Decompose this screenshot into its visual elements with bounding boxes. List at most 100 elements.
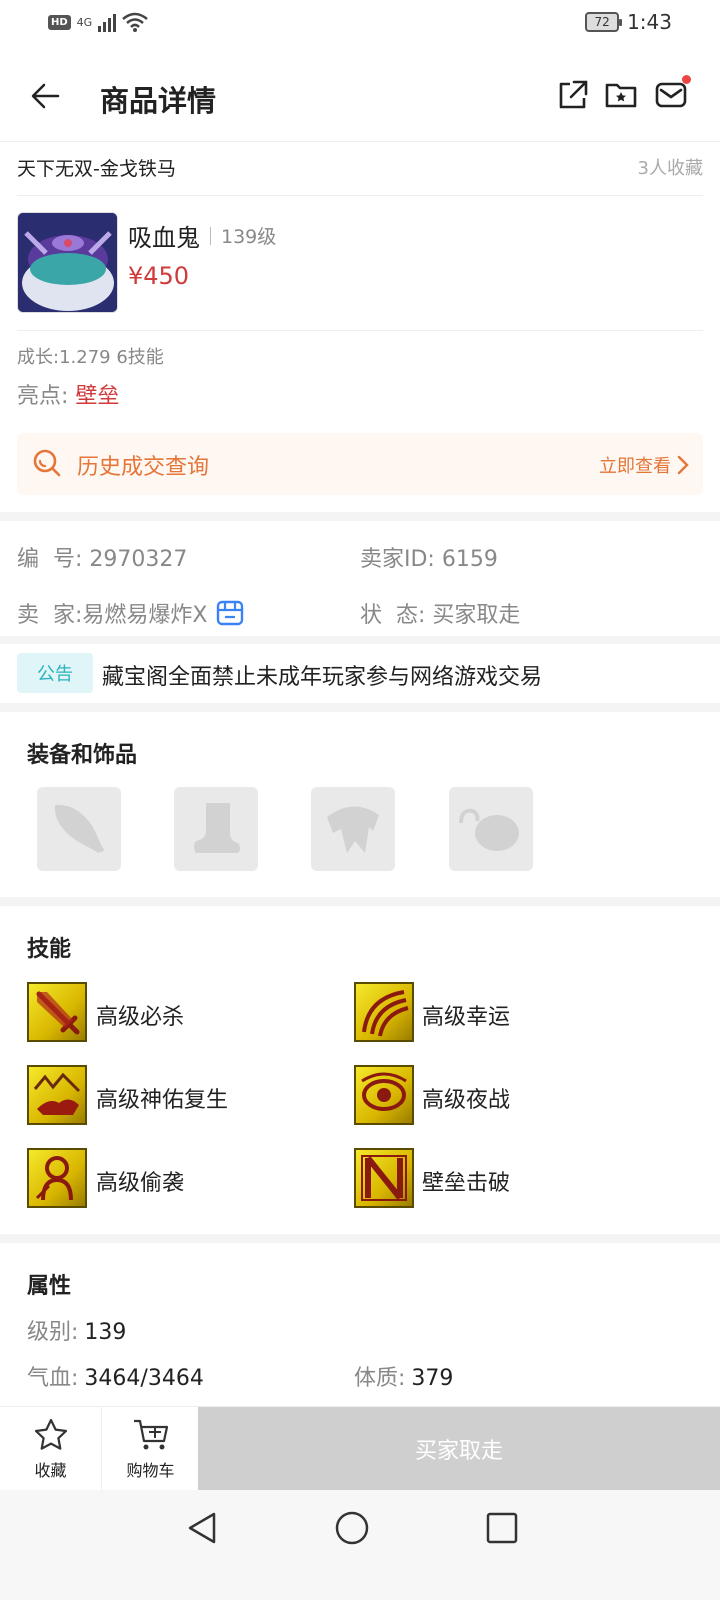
status-bar: HD 4G 72 1:43 <box>0 0 720 50</box>
notice-text[interactable]: 藏宝阁全面禁止未成年玩家参与网络游戏交易 <box>102 659 542 691</box>
sword-skill-icon[interactable] <box>27 982 87 1042</box>
view-now-link[interactable]: 立即查看 <box>599 452 689 478</box>
pet-avatar[interactable] <box>17 212 118 313</box>
attr-level: 级别: 139 <box>27 1314 126 1346</box>
bottom-action-bar: 收藏 购物车 买家取走 <box>0 1406 720 1491</box>
skills-title: 技能 <box>27 937 72 962</box>
folder-star-icon[interactable] <box>604 78 638 112</box>
armor-slot[interactable] <box>311 787 395 871</box>
screen: { "status_bar": { "hd": "HD", "network":… <box>0 0 720 1600</box>
highlight-label: 亮点: <box>17 384 69 409</box>
accessory-slot[interactable] <box>449 787 533 871</box>
highlight-value: 壁垒 <box>75 384 120 409</box>
app-header: 商品详情 <box>0 50 720 142</box>
attr-hp-value: 3464/3464 <box>84 1366 204 1391</box>
server-name: 天下无双-金戈铁马 <box>17 158 176 180</box>
status-right: 72 1:43 <box>585 10 672 34</box>
section-divider <box>0 703 720 712</box>
status-value: 买家取走 <box>432 603 521 628</box>
cart-label: 购物车 <box>126 1461 175 1480</box>
favorite-label: 收藏 <box>34 1461 67 1480</box>
attr-level-value: 139 <box>84 1320 127 1345</box>
growth-text: 成长:1.279 6技能 <box>17 347 164 368</box>
history-query-button[interactable]: 历史成交查询 立即查看 <box>17 433 703 495</box>
revive-skill-icon[interactable] <box>27 1065 87 1125</box>
pet-level: 139级 <box>221 226 277 248</box>
divider <box>17 330 703 331</box>
page-title: 商品详情 <box>100 84 217 118</box>
section-divider <box>0 897 720 906</box>
boot-slot-icon <box>194 803 240 853</box>
cart-button[interactable]: 购物车 <box>103 1407 198 1491</box>
seller-label: 卖 家: <box>17 603 83 628</box>
skill-label: 高级偷袭 <box>96 1171 185 1196</box>
nav-home-icon[interactable] <box>334 1510 370 1546</box>
attr-con-label: 体质: <box>354 1366 406 1391</box>
wifi-icon <box>122 12 149 32</box>
skill-label: 高级夜战 <box>422 1088 511 1113</box>
seller-name[interactable]: 易燃易爆炸X <box>82 597 207 629</box>
item-id-row: 编 号: 2970327 <box>17 541 187 573</box>
notification-dot <box>682 75 691 84</box>
favorite-count: 3人收藏 <box>637 158 703 179</box>
favorite-button[interactable]: 收藏 <box>0 1407 102 1491</box>
back-icon[interactable] <box>28 76 68 116</box>
battery-level: 72 <box>594 15 610 29</box>
star-icon <box>34 1418 67 1450</box>
section-divider <box>0 1234 720 1243</box>
product-title-row: 天下无双-金戈铁马 3人收藏 <box>17 148 703 196</box>
share-icon[interactable] <box>556 78 590 112</box>
attr-con-value: 379 <box>411 1366 454 1391</box>
seller-row: 卖 家: 易燃易爆炸X <box>17 597 245 629</box>
item-id-label: 编 号: <box>17 547 83 572</box>
view-now-label: 立即查看 <box>599 456 671 477</box>
skill-label: 高级幸运 <box>422 1005 511 1030</box>
signal-icon <box>98 12 117 32</box>
skill-label: 高级神佑复生 <box>96 1088 229 1113</box>
chevron-right-icon <box>677 455 689 475</box>
cart-icon <box>133 1419 168 1450</box>
boot-slot[interactable] <box>174 787 258 871</box>
section-divider <box>0 512 720 521</box>
skill-label: 壁垒击破 <box>422 1171 511 1196</box>
armor-slot-icon <box>327 806 379 853</box>
price: ¥450 <box>128 262 190 290</box>
luck-skill-icon[interactable] <box>354 982 414 1042</box>
status-label: 状 态: <box>360 603 426 628</box>
history-query-label: 历史成交查询 <box>77 455 210 480</box>
accessory-slot-icon <box>459 808 519 851</box>
seller-id-row: 卖家ID: 6159 <box>360 541 498 573</box>
weapon-slot-icon <box>54 804 105 853</box>
equipment-title: 装备和饰品 <box>27 743 138 768</box>
attr-hp: 气血: 3464/3464 <box>27 1360 204 1392</box>
pet-name: 吸血鬼 <box>128 224 200 252</box>
status-left: HD 4G <box>48 12 149 32</box>
battery-icon: 72 <box>585 12 623 32</box>
skill-label: 高级必杀 <box>96 1005 185 1030</box>
barrier-skill-icon[interactable] <box>354 1148 414 1208</box>
pet-name-line: 吸血鬼 139级 <box>128 218 276 253</box>
pet-image-icon <box>18 213 117 312</box>
nav-recents-icon[interactable] <box>484 1510 520 1546</box>
item-id-value: 2970327 <box>89 547 188 572</box>
search-icon <box>33 449 61 477</box>
weapon-slot[interactable] <box>37 787 121 871</box>
attr-level-label: 级别: <box>27 1320 79 1345</box>
network-label: 4G <box>76 15 93 29</box>
hd-icon: HD <box>48 14 71 30</box>
attributes-title: 属性 <box>27 1274 72 1299</box>
clock: 1:43 <box>627 10 672 34</box>
sneak-skill-icon[interactable] <box>27 1148 87 1208</box>
seller-id-label: 卖家ID: <box>360 547 435 572</box>
buy-button[interactable]: 买家取走 <box>198 1407 720 1491</box>
highlight-row: 亮点: 壁垒 <box>17 378 119 410</box>
seller-id-value: 6159 <box>441 547 498 572</box>
attr-constitution: 体质: 379 <box>354 1360 453 1392</box>
system-nav-bar <box>0 1490 720 1600</box>
divider <box>210 226 211 245</box>
section-divider <box>0 636 720 644</box>
attr-hp-label: 气血: <box>27 1366 79 1391</box>
shop-icon[interactable] <box>215 598 245 628</box>
nav-back-icon[interactable] <box>184 1510 220 1546</box>
night-skill-icon[interactable] <box>354 1065 414 1125</box>
